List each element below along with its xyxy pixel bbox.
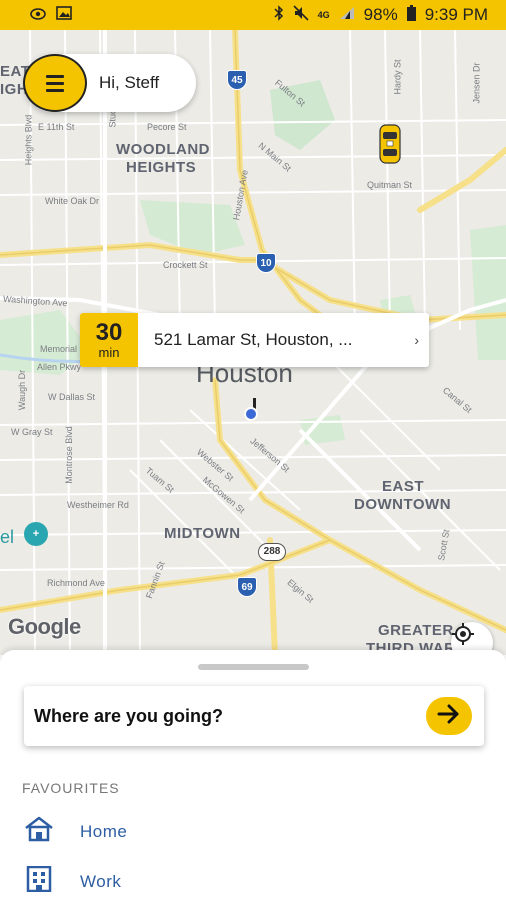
map-label-quitman: Quitman St (367, 180, 413, 190)
eta-badge: 30 min (80, 313, 138, 367)
map-label-midtown: MIDTOWN (164, 525, 241, 542)
current-location-dot (244, 407, 258, 421)
favourite-home[interactable]: Home (24, 816, 127, 847)
map-label-downtown: DOWNTOWN (354, 496, 452, 513)
taxi-car-icon[interactable] (379, 124, 401, 164)
map-label-richmond: Richmond Ave (47, 578, 105, 588)
chevron-right-icon: › (414, 332, 419, 348)
map-label-crockett: Crockett St (163, 260, 208, 270)
arrow-right-icon (437, 704, 461, 729)
map-label-montrose: Montrose Blvd (63, 426, 74, 484)
map-label-e11th: E 11th St (38, 122, 75, 132)
interstate-69-shield: 69 (237, 577, 257, 597)
battery-percent: 98% (363, 5, 398, 24)
favourites-heading: FAVOURITES (22, 780, 120, 796)
image-icon (56, 5, 72, 25)
map-label-east: EAST (382, 478, 425, 495)
map-label-greater: GREATER (378, 622, 454, 639)
map-label-white-oak: White Oak Dr (45, 196, 100, 206)
hamburger-line (46, 88, 64, 92)
google-logo: Google (8, 614, 81, 639)
greeting-pill: Hi, Steff (23, 54, 196, 112)
eta-minutes: 30 (95, 318, 123, 346)
map-label-heights-blvd: Heights Blvd (23, 114, 34, 166)
map-label-westheimer: Westheimer Rd (67, 500, 129, 510)
map-label-jensen: Jensen Dr (471, 62, 482, 104)
highway-288-shield: 288 (258, 543, 286, 561)
favourite-work-label: Work (80, 871, 122, 891)
eta-unit: min (98, 344, 120, 360)
interstate-45-shield: 45 (227, 70, 247, 90)
clock: 9:39 PM (424, 5, 488, 24)
map-label-memorial: Memorial (40, 344, 78, 354)
map-label-heights: HEIGHTS (126, 159, 197, 176)
map-label-woodland: WOODLAND (116, 141, 210, 158)
status-bar: 4G 98% 9:39 PM (0, 0, 506, 30)
mute-icon (293, 4, 309, 26)
home-icon (24, 816, 54, 847)
greeting-text: Hi, Steff (99, 73, 160, 92)
go-button[interactable] (426, 697, 472, 735)
map-label-pecore: Pecore St (147, 122, 187, 132)
map-label-allen: Allen Pkwy (37, 362, 82, 372)
network-label: 4G (317, 10, 330, 20)
bluetooth-icon (274, 4, 284, 26)
hospital-poi-icon: + (24, 522, 48, 546)
search-placeholder: Where are you going? (34, 705, 224, 726)
menu-button[interactable] (23, 54, 87, 112)
hamburger-line (46, 81, 64, 85)
hamburger-menu-icon (46, 74, 64, 78)
favourite-work[interactable]: Work (24, 865, 122, 897)
signal-icon (339, 5, 355, 25)
sheet-drag-handle[interactable] (198, 664, 309, 670)
favourite-home-label: Home (80, 821, 128, 841)
map-label-el: el (0, 527, 15, 547)
map-label-w-gray: W Gray St (11, 427, 53, 437)
eye-icon (30, 5, 46, 25)
battery-icon (406, 4, 416, 26)
map-label-hardy: Hardy St (392, 59, 403, 95)
map-label-w-dallas: W Dallas St (48, 392, 96, 402)
building-icon (24, 865, 54, 897)
map-label-waugh: Waugh Dr (17, 369, 28, 411)
pickup-address: 521 Lamar St, Houston, ... (154, 330, 353, 349)
destination-search-field[interactable]: Where are you going? (24, 686, 484, 746)
eta-callout[interactable]: 30 min 521 Lamar St, Houston, ... › (80, 313, 429, 367)
bottom-sheet: Where are you going? FAVOURITES Home Wor… (0, 650, 506, 900)
interstate-10-shield: 10 (256, 253, 276, 273)
